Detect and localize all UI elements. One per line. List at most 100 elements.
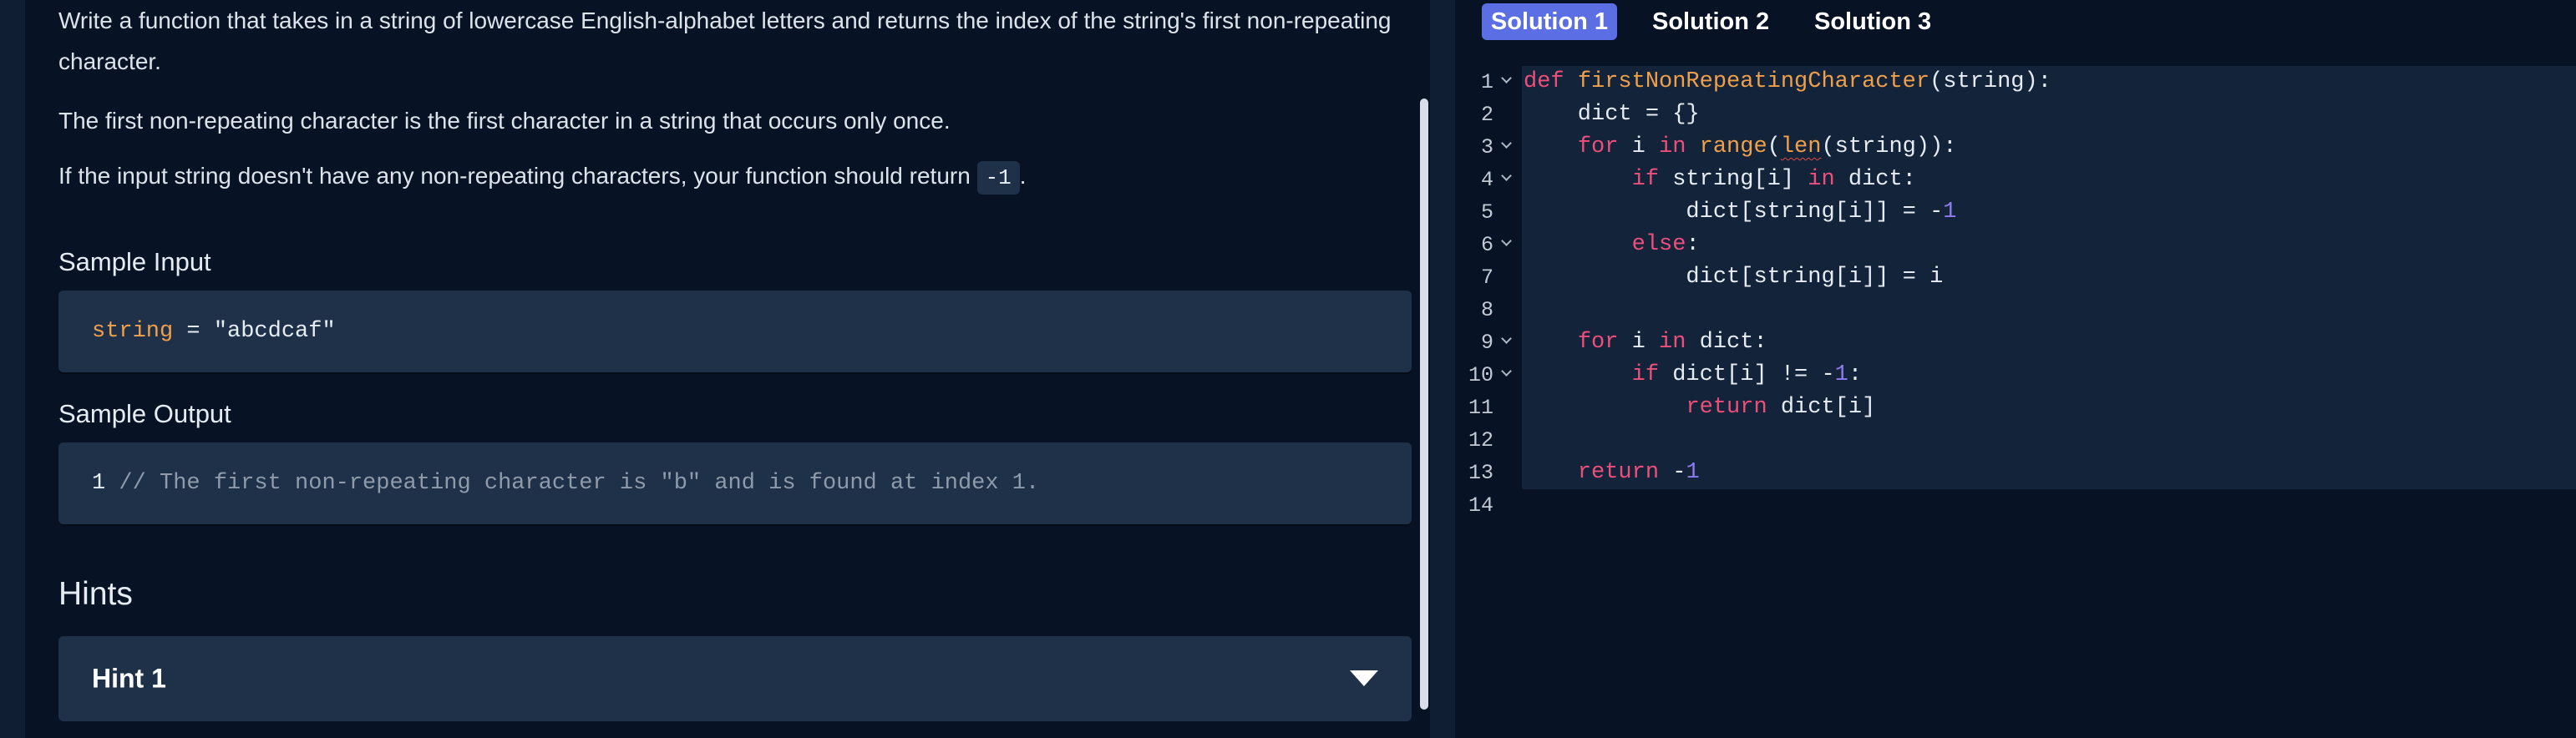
problem-return-rule: If the input string doesn't have any non…	[58, 155, 1412, 196]
code-token: :	[1848, 362, 1863, 387]
sample-output-value: 1	[92, 471, 106, 496]
code-token: in	[1659, 134, 1686, 159]
left-gutter	[0, 0, 25, 738]
line-number: 4	[1480, 168, 1493, 192]
fold-chevron-icon[interactable]	[1498, 333, 1515, 350]
code-token: dict[string[i]] = i	[1524, 265, 1944, 290]
sample-output-code: 1 // The first non-repeating character i…	[92, 471, 1039, 496]
chevron-down-icon[interactable]	[1350, 670, 1378, 686]
hint-1-accordion[interactable]: Hint 1	[58, 636, 1412, 721]
code-token: return	[1686, 395, 1767, 420]
code-token: def	[1524, 69, 1564, 94]
code-token: dict:	[1834, 167, 1916, 192]
code-token: dict[i]	[1767, 395, 1876, 420]
code-token: i	[1618, 330, 1660, 355]
code-token: for	[1577, 134, 1619, 159]
tab-solution-3[interactable]: Solution 3	[1814, 3, 1931, 40]
code-token: in	[1808, 167, 1835, 192]
fold-chevron-icon[interactable]	[1498, 235, 1515, 252]
code-line: dict = {}	[1524, 99, 1700, 131]
code-token: for	[1577, 330, 1619, 355]
code-token: firstNonRepeatingCharacter	[1577, 69, 1930, 94]
inline-code-minus-one: -1	[976, 161, 1020, 195]
code-token: in	[1659, 330, 1686, 355]
line-number: 9	[1480, 331, 1493, 355]
hint-1-label: Hint 1	[92, 663, 166, 694]
code-token: return	[1577, 460, 1660, 485]
line-number: 8	[1480, 298, 1493, 322]
line-number: 11	[1468, 396, 1493, 420]
sample-input-code: string = "abcdcaf"	[92, 319, 336, 344]
line-number: 7	[1480, 265, 1493, 290]
sample-input-value: = "abcdcaf"	[173, 319, 336, 344]
code-line: return -1	[1524, 457, 1700, 489]
code-token: if	[1631, 167, 1660, 192]
code-token: len	[1780, 134, 1822, 159]
line-number: 13	[1468, 461, 1493, 485]
line-number: 5	[1480, 200, 1493, 225]
sample-input-block: string = "abcdcaf"	[58, 291, 1412, 372]
code-token: range	[1699, 134, 1767, 159]
code-token: 1	[1686, 460, 1700, 485]
problem-scrollbar[interactable]	[1420, 99, 1428, 710]
return-rule-period: .	[1019, 163, 1027, 189]
code-token: string[i]	[1659, 167, 1808, 192]
code-token: dict[string[i]] = -	[1524, 200, 1944, 225]
line-number: 6	[1480, 233, 1493, 257]
code-token: (string)):	[1821, 134, 1957, 159]
return-rule-text: If the input string doesn't have any non…	[58, 163, 971, 189]
sample-output-block: 1 // The first non-repeating character i…	[58, 442, 1412, 524]
fold-chevron-icon[interactable]	[1498, 170, 1515, 187]
tab-solution-2[interactable]: Solution 2	[1652, 3, 1769, 40]
line-number: 10	[1468, 363, 1493, 387]
sample-output-comment: // The first non-repeating character is …	[105, 471, 1040, 496]
code-line: if string[i] in dict:	[1524, 164, 1916, 196]
problem-description: Write a function that takes in a string …	[58, 8, 1392, 74]
code-editor[interactable]: 1 def firstNonRepeatingCharacter(string):…	[1455, 66, 2576, 518]
code-token: 1	[1834, 362, 1848, 387]
line-number: 2	[1480, 103, 1493, 127]
code-token: 1	[1943, 200, 1957, 225]
tab-solution-1[interactable]: Solution 1	[1482, 3, 1617, 40]
sample-output-heading: Sample Output	[58, 399, 231, 428]
code-token: i	[1618, 134, 1660, 159]
problem-definition: The first non-repeating character is the…	[58, 108, 951, 134]
code-line: def firstNonRepeatingCharacter(string):	[1524, 66, 2051, 99]
code-line: if dict[i] != -1:	[1524, 359, 1862, 392]
line-number: 14	[1468, 493, 1493, 518]
code-token: dict[i] != -	[1659, 362, 1835, 387]
code-line: for i in range(len(string)):	[1524, 131, 1957, 164]
code-token: -	[1659, 460, 1686, 485]
code-line: dict[string[i]] = i	[1524, 261, 1943, 294]
code-token: :	[1686, 232, 1700, 257]
code-line: else:	[1524, 229, 1700, 261]
code-line: return dict[i]	[1524, 392, 1875, 424]
code-token: (	[1767, 134, 1781, 159]
panel-divider[interactable]	[1430, 0, 1455, 738]
line-number: 12	[1468, 428, 1493, 452]
code-token: if	[1631, 362, 1660, 387]
line-number: 3	[1480, 135, 1493, 159]
problem-panel: Write a function that takes in a string …	[25, 0, 1430, 738]
fold-chevron-icon[interactable]	[1498, 366, 1515, 382]
sample-input-heading: Sample Input	[58, 247, 211, 276]
fold-chevron-icon[interactable]	[1498, 138, 1515, 154]
fold-chevron-icon[interactable]	[1498, 73, 1515, 89]
hints-heading: Hints	[58, 576, 133, 612]
code-line: for i in dict:	[1524, 326, 1767, 359]
code-line: dict[string[i]] = -1	[1524, 196, 1957, 229]
sample-input-variable: string	[92, 319, 174, 344]
code-token: (string):	[1929, 69, 2051, 94]
solution-panel: Solution 1 Solution 2 Solution 3 1 def fi…	[1455, 0, 2576, 738]
line-number: 1	[1480, 70, 1493, 94]
code-token: dict:	[1686, 330, 1767, 355]
